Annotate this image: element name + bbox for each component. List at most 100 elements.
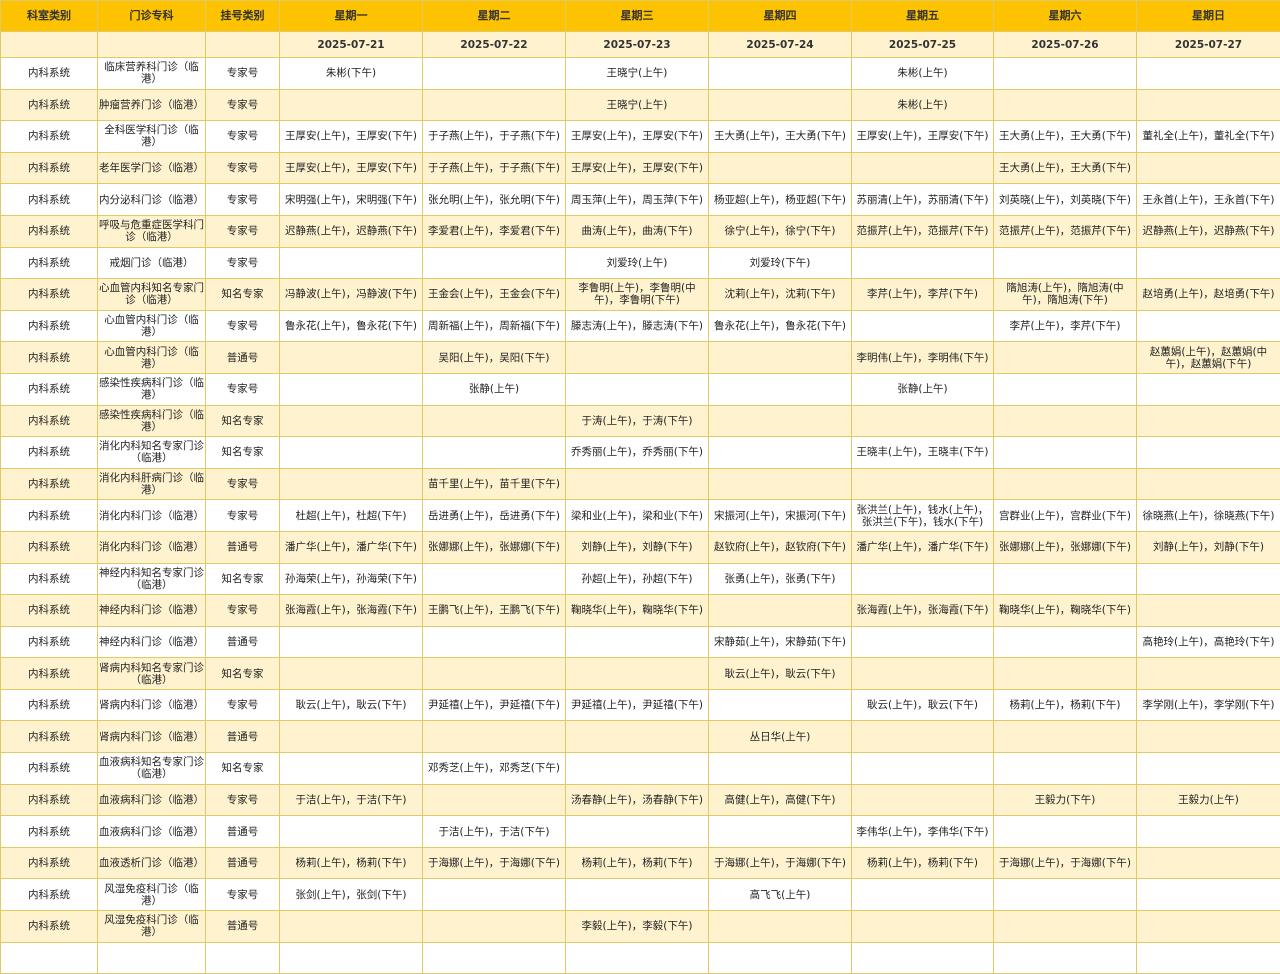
schedule-cell-wednesday <box>566 658 709 690</box>
table-row: 内科系统消化内科知名专家门诊（临港）知名专家乔秀丽(上午)，乔秀丽(下午)王晓丰… <box>1 437 1280 469</box>
schedule-cell-thursday: 鲁永花(上午)，鲁永花(下午) <box>709 310 852 342</box>
clinic-specialty-cell: 消化内科门诊（临港） <box>98 531 206 563</box>
schedule-cell-friday <box>852 911 994 943</box>
table-row: 内科系统消化内科门诊（临港）普通号潘广华(上午)，潘广华(下午)张娜娜(上午)，… <box>1 531 1280 563</box>
date-cell <box>98 32 206 58</box>
schedule-cell-friday: 张海霞(上午)，张海霞(下午) <box>852 595 994 627</box>
registration-type-cell: 知名专家 <box>206 279 280 311</box>
schedule-cell-saturday: 隋旭涛(上午)，隋旭涛(中午)，隋旭涛(下午) <box>994 279 1137 311</box>
clinic-specialty-cell: 消化内科肝病门诊（临港） <box>98 468 206 500</box>
schedule-cell-wednesday: 王晓宁(上午) <box>566 58 709 90</box>
schedule-cell-thursday: 徐宁(上午)，徐宁(下午) <box>709 215 852 247</box>
schedule-cell-monday <box>280 816 423 848</box>
registration-type-cell: 专家号 <box>206 689 280 721</box>
header-thursday: 星期四 <box>709 1 852 32</box>
clinic-specialty-cell: 消化内科知名专家门诊（临港） <box>98 437 206 469</box>
table-row: 内科系统心血管内科知名专家门诊（临港）知名专家冯静波(上午)，冯静波(下午)王金… <box>1 279 1280 311</box>
schedule-cell-saturday: 李芹(上午)，李芹(下午) <box>994 310 1137 342</box>
registration-type-cell: 专家号 <box>206 310 280 342</box>
registration-type-cell: 专家号 <box>206 373 280 405</box>
registration-type-cell: 知名专家 <box>206 405 280 437</box>
schedule-cell-saturday <box>994 721 1137 753</box>
registration-type-cell: 专家号 <box>206 89 280 121</box>
schedule-cell-friday <box>852 405 994 437</box>
dept-category-cell: 内科系统 <box>1 500 98 532</box>
schedule-cell-tuesday <box>423 437 566 469</box>
schedule-cell-tuesday <box>423 879 566 911</box>
clinic-specialty-cell: 老年医学门诊（临港） <box>98 152 206 184</box>
schedule-cell-monday: 鲁永花(上午)，鲁永花(下午) <box>280 310 423 342</box>
schedule-cell-monday <box>280 468 423 500</box>
schedule-cell-friday: 范振芹(上午)，范振芹(下午) <box>852 215 994 247</box>
schedule-cell-friday <box>852 658 994 690</box>
schedule-cell-tuesday: 岳进勇(上午)，岳进勇(下午) <box>423 500 566 532</box>
schedule-cell-thursday: 宋振河(上午)，宋振河(下午) <box>709 500 852 532</box>
registration-type-cell: 专家号 <box>206 152 280 184</box>
schedule-cell-monday <box>280 437 423 469</box>
schedule-cell-saturday <box>994 437 1137 469</box>
clinic-specialty-cell: 神经内科知名专家门诊（临港） <box>98 563 206 595</box>
schedule-cell-monday: 于洁(上午)，于洁(下午) <box>280 784 423 816</box>
registration-type-cell: 知名专家 <box>206 658 280 690</box>
schedule-cell-thursday <box>709 753 852 785</box>
date-thursday: 2025-07-24 <box>709 32 852 58</box>
dept-category-cell: 内科系统 <box>1 437 98 469</box>
schedule-cell-saturday <box>994 816 1137 848</box>
schedule-cell-wednesday <box>566 816 709 848</box>
schedule-cell-tuesday <box>423 405 566 437</box>
clinic-specialty-cell: 血液病科门诊（临港） <box>98 816 206 848</box>
schedule-cell-saturday: 范振芹(上午)，范振芹(下午) <box>994 215 1137 247</box>
schedule-cell-sunday <box>1137 721 1280 753</box>
schedule-cell-saturday <box>994 658 1137 690</box>
schedule-cell-saturday: 于海娜(上午)，于海娜(下午) <box>994 847 1137 879</box>
clinic-specialty-cell: 感染性疾病科门诊（临港） <box>98 373 206 405</box>
dept-category-cell: 内科系统 <box>1 721 98 753</box>
dept-category-cell: 内科系统 <box>1 658 98 690</box>
schedule-cell-sunday <box>1137 563 1280 595</box>
schedule-cell-monday <box>280 753 423 785</box>
registration-type-cell: 专家号 <box>206 468 280 500</box>
schedule-cell-sunday <box>1137 89 1280 121</box>
registration-type-cell: 专家号 <box>206 184 280 216</box>
schedule-cell-friday <box>852 247 994 279</box>
schedule-cell-sunday: 赵培勇(上午)，赵培勇(下午) <box>1137 279 1280 311</box>
schedule-cell-thursday <box>709 58 852 90</box>
schedule-cell-friday: 张洪兰(上午)，钱水(上午)，张洪兰(下午)，钱水(下午) <box>852 500 994 532</box>
schedule-cell-thursday: 杨亚超(上午)，杨亚超(下午) <box>709 184 852 216</box>
schedule-cell-sunday <box>1137 658 1280 690</box>
schedule-cell-sunday <box>1137 753 1280 785</box>
schedule-cell-sunday: 王永首(上午)，王永首(下午) <box>1137 184 1280 216</box>
schedule-cell-friday: 耿云(上午)，耿云(下午) <box>852 689 994 721</box>
schedule-cell-wednesday: 周玉萍(上午)，周玉萍(下午) <box>566 184 709 216</box>
table-row: 内科系统风湿免疫科门诊（临港）普通号李毅(上午)，李毅(下午) <box>1 911 1280 943</box>
schedule-cell-monday <box>280 405 423 437</box>
registration-type-cell: 知名专家 <box>206 437 280 469</box>
schedule-cell-saturday: 王大勇(上午)，王大勇(下午) <box>994 121 1137 153</box>
schedule-cell-tuesday: 苗千里(上午)，苗千里(下午) <box>423 468 566 500</box>
schedule-cell-friday: 朱彬(上午) <box>852 89 994 121</box>
dept-category-cell: 内科系统 <box>1 373 98 405</box>
dept-category-cell: 内科系统 <box>1 310 98 342</box>
schedule-cell-sunday <box>1137 468 1280 500</box>
schedule-cell-monday: 朱彬(下午) <box>280 58 423 90</box>
schedule-cell-tuesday: 于洁(上午)，于洁(下午) <box>423 816 566 848</box>
schedule-cell-tuesday <box>423 247 566 279</box>
date-cell <box>206 32 280 58</box>
schedule-cell-saturday <box>994 373 1137 405</box>
schedule-cell-tuesday: 尹延禧(上午)，尹延禧(下午) <box>423 689 566 721</box>
clinic-specialty-cell: 内分泌科门诊（临港） <box>98 184 206 216</box>
schedule-cell-thursday <box>709 468 852 500</box>
schedule-table: 科室类别 门诊专科 挂号类别 星期一 星期二 星期三 星期四 星期五 星期六 星… <box>0 0 1280 974</box>
table-row: 内科系统心血管内科门诊（临港）普通号吴阳(上午)，吴阳(下午)李明伟(上午)，李… <box>1 342 1280 374</box>
schedule-cell-tuesday: 张允明(上午)，张允明(下午) <box>423 184 566 216</box>
table-row: 内科系统老年医学门诊（临港）专家号王厚安(上午)，王厚安(下午)于子燕(上午)，… <box>1 152 1280 184</box>
date-tuesday: 2025-07-22 <box>423 32 566 58</box>
dept-category-cell: 内科系统 <box>1 689 98 721</box>
empty-cell <box>709 942 852 973</box>
schedule-cell-saturday <box>994 626 1137 658</box>
schedule-cell-wednesday: 尹延禧(上午)，尹延禧(下午) <box>566 689 709 721</box>
schedule-cell-sunday <box>1137 911 1280 943</box>
registration-type-cell: 普通号 <box>206 847 280 879</box>
schedule-cell-tuesday: 张娜娜(上午)，张娜娜(下午) <box>423 531 566 563</box>
schedule-cell-friday <box>852 879 994 911</box>
